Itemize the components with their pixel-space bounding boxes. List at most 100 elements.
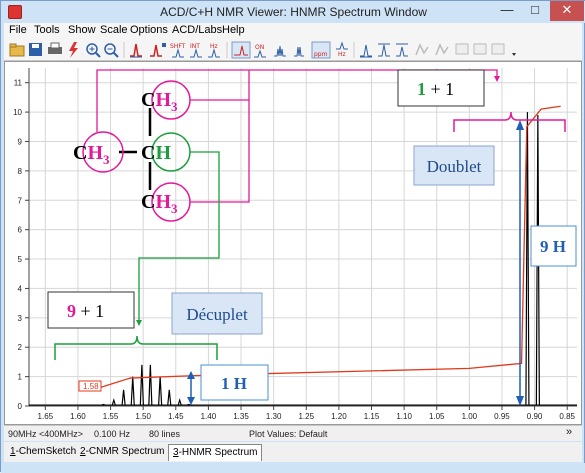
toolbar-icons: SHFT INT Hz ON ppm Hz: [4, 39, 582, 61]
zoom-out-icon[interactable]: [105, 44, 118, 57]
one-h-label: 1 H: [221, 374, 247, 393]
y-tick-label: 7: [18, 196, 23, 205]
ch3-left-label: CH3: [73, 142, 110, 167]
decuplet-rule-text: 9 + 1: [67, 301, 104, 321]
ch3-top-label: CH3: [141, 89, 178, 114]
grid: [29, 68, 577, 406]
y-tick-label: 3: [18, 314, 23, 323]
doublet-label: Doublet: [427, 157, 482, 176]
y-tick-label: 5: [18, 255, 23, 264]
svg-text:INT: INT: [190, 43, 200, 50]
status-spectrometer: 90MHz <400MHz>: [8, 429, 83, 439]
y-tick-labels: 01234567891011: [13, 79, 29, 411]
spectrum-peaks: [29, 112, 577, 405]
decuplet-bracket: [55, 336, 217, 360]
status-plot-values: Plot Values: Default: [249, 429, 327, 439]
status-lines: 80 lines: [149, 429, 180, 439]
cursor-icon[interactable]: [360, 45, 372, 57]
decuplet-peak: [112, 400, 115, 405]
title-bar: ACD/C+H NMR Viewer: HNMR Spectrum Window…: [1, 1, 585, 23]
y-tick-label: 11: [14, 79, 23, 88]
hz-icon[interactable]: Hz: [208, 43, 220, 57]
y-tick-label: 2: [18, 343, 23, 352]
menu-show[interactable]: Show: [68, 24, 96, 36]
ppm-icon[interactable]: ppm: [312, 42, 330, 58]
ch3-bottom-label: CH3: [141, 191, 178, 216]
integrate-icon[interactable]: [232, 42, 250, 58]
toolbar: SHFT INT Hz ON ppm Hz: [4, 39, 582, 61]
x-tick-label: 1.15: [364, 412, 380, 421]
decuplet-peak: [178, 400, 181, 405]
int-icon[interactable]: INT: [190, 43, 202, 57]
shift-icon[interactable]: SHFT: [170, 43, 186, 57]
x-tick-label: 0.95: [494, 412, 510, 421]
x-tick-label: 1.00: [462, 412, 478, 421]
x-tick-label: 1.65: [38, 412, 54, 421]
lightning-icon[interactable]: [69, 42, 78, 58]
open-icon[interactable]: [10, 44, 24, 56]
peak-label-icon[interactable]: [150, 43, 166, 56]
x-tick-labels: 1.651.601.551.501.451.401.351.301.251.20…: [38, 406, 576, 421]
multiplet-icon[interactable]: [274, 46, 286, 56]
status-bar: 90MHz <400MHz> 0.100 Hz 80 lines Plot Va…: [4, 425, 582, 441]
menu-help[interactable]: Help: [222, 24, 245, 36]
x-tick-label: 1.05: [429, 412, 445, 421]
menu-file[interactable]: File: [9, 24, 27, 36]
integral-value: 1.58: [83, 382, 99, 391]
x-tick-label: 1.55: [103, 412, 119, 421]
close-button[interactable]: ✕: [550, 1, 584, 21]
x-tick-label: 1.10: [396, 412, 412, 421]
app-window: ACD/C+H NMR Viewer: HNMR Spectrum Window…: [0, 0, 585, 472]
save-icon[interactable]: [29, 43, 42, 56]
compress-icon[interactable]: [396, 44, 408, 56]
more-icon[interactable]: [456, 44, 516, 56]
spectrum-plot-area[interactable]: 01234567891011 1.651.601.551.501.451.401…: [4, 61, 582, 425]
menu-acdlabs[interactable]: ACD/Labs: [172, 24, 222, 36]
svg-text:ppm: ppm: [314, 51, 328, 58]
decuplet-peak: [159, 377, 162, 405]
tab-cnmr-spectrum[interactable]: 2-CNMR Spectrum: [76, 444, 168, 461]
x-tick-label: 1.60: [70, 412, 86, 421]
doublet-bracket: [454, 112, 565, 132]
decuplet-peak: [168, 390, 171, 405]
copy-icon[interactable]: [436, 45, 448, 55]
zoom-in-icon[interactable]: [87, 44, 100, 57]
expand-icon[interactable]: [378, 44, 390, 56]
x-tick-label: 1.30: [266, 412, 282, 421]
x-tick-label: 1.20: [331, 412, 347, 421]
x-tick-label: 1.40: [201, 412, 217, 421]
y-tick-label: 1: [18, 373, 23, 382]
decuplet-peak: [149, 365, 152, 405]
print-icon[interactable]: [48, 43, 62, 54]
maximize-button[interactable]: □: [521, 1, 549, 21]
axes: [29, 68, 577, 406]
menu-options[interactable]: Options: [130, 24, 168, 36]
svg-text:Hz: Hz: [338, 51, 346, 58]
y-tick-label: 8: [18, 167, 23, 176]
tab-chemsketch[interactable]: 1-ChemSketch: [6, 444, 80, 461]
menu-bar: File Tools Show Scale Options ACD/Labs H…: [4, 23, 582, 39]
y-tick-label: 0: [18, 402, 23, 411]
y-tick-label: 9: [18, 137, 23, 146]
minimize-button[interactable]: —: [493, 1, 521, 21]
svg-text:ON: ON: [255, 44, 264, 51]
decuplet-peak: [131, 377, 134, 405]
nine-h-integration-arrow: [516, 120, 524, 406]
nine-h-label: 9 H: [540, 237, 566, 256]
y-tick-label: 6: [18, 226, 23, 235]
doublet-rule-text: 1 + 1: [417, 79, 454, 99]
x-tick-label: 0.90: [527, 412, 543, 421]
x-tick-label: 1.50: [135, 412, 151, 421]
menu-tools[interactable]: Tools: [34, 24, 60, 36]
on-off-icon[interactable]: ON: [254, 44, 266, 57]
multiplet-table-icon[interactable]: [294, 47, 304, 56]
status-resolution: 0.100 Hz: [94, 429, 130, 439]
hz-scale-icon[interactable]: Hz: [336, 43, 348, 58]
decuplet-peak: [122, 390, 125, 405]
menu-scale[interactable]: Scale: [100, 24, 128, 36]
export-icon[interactable]: [416, 45, 428, 55]
window-tabs: 1-ChemSketch 2-CNMR Spectrum 3-HNMR Spec…: [4, 442, 582, 462]
peak-icon[interactable]: [130, 44, 142, 57]
tab-hnmr-spectrum[interactable]: 3-HNMR Spectrum: [168, 444, 262, 461]
status-more-button[interactable]: »: [566, 426, 572, 438]
